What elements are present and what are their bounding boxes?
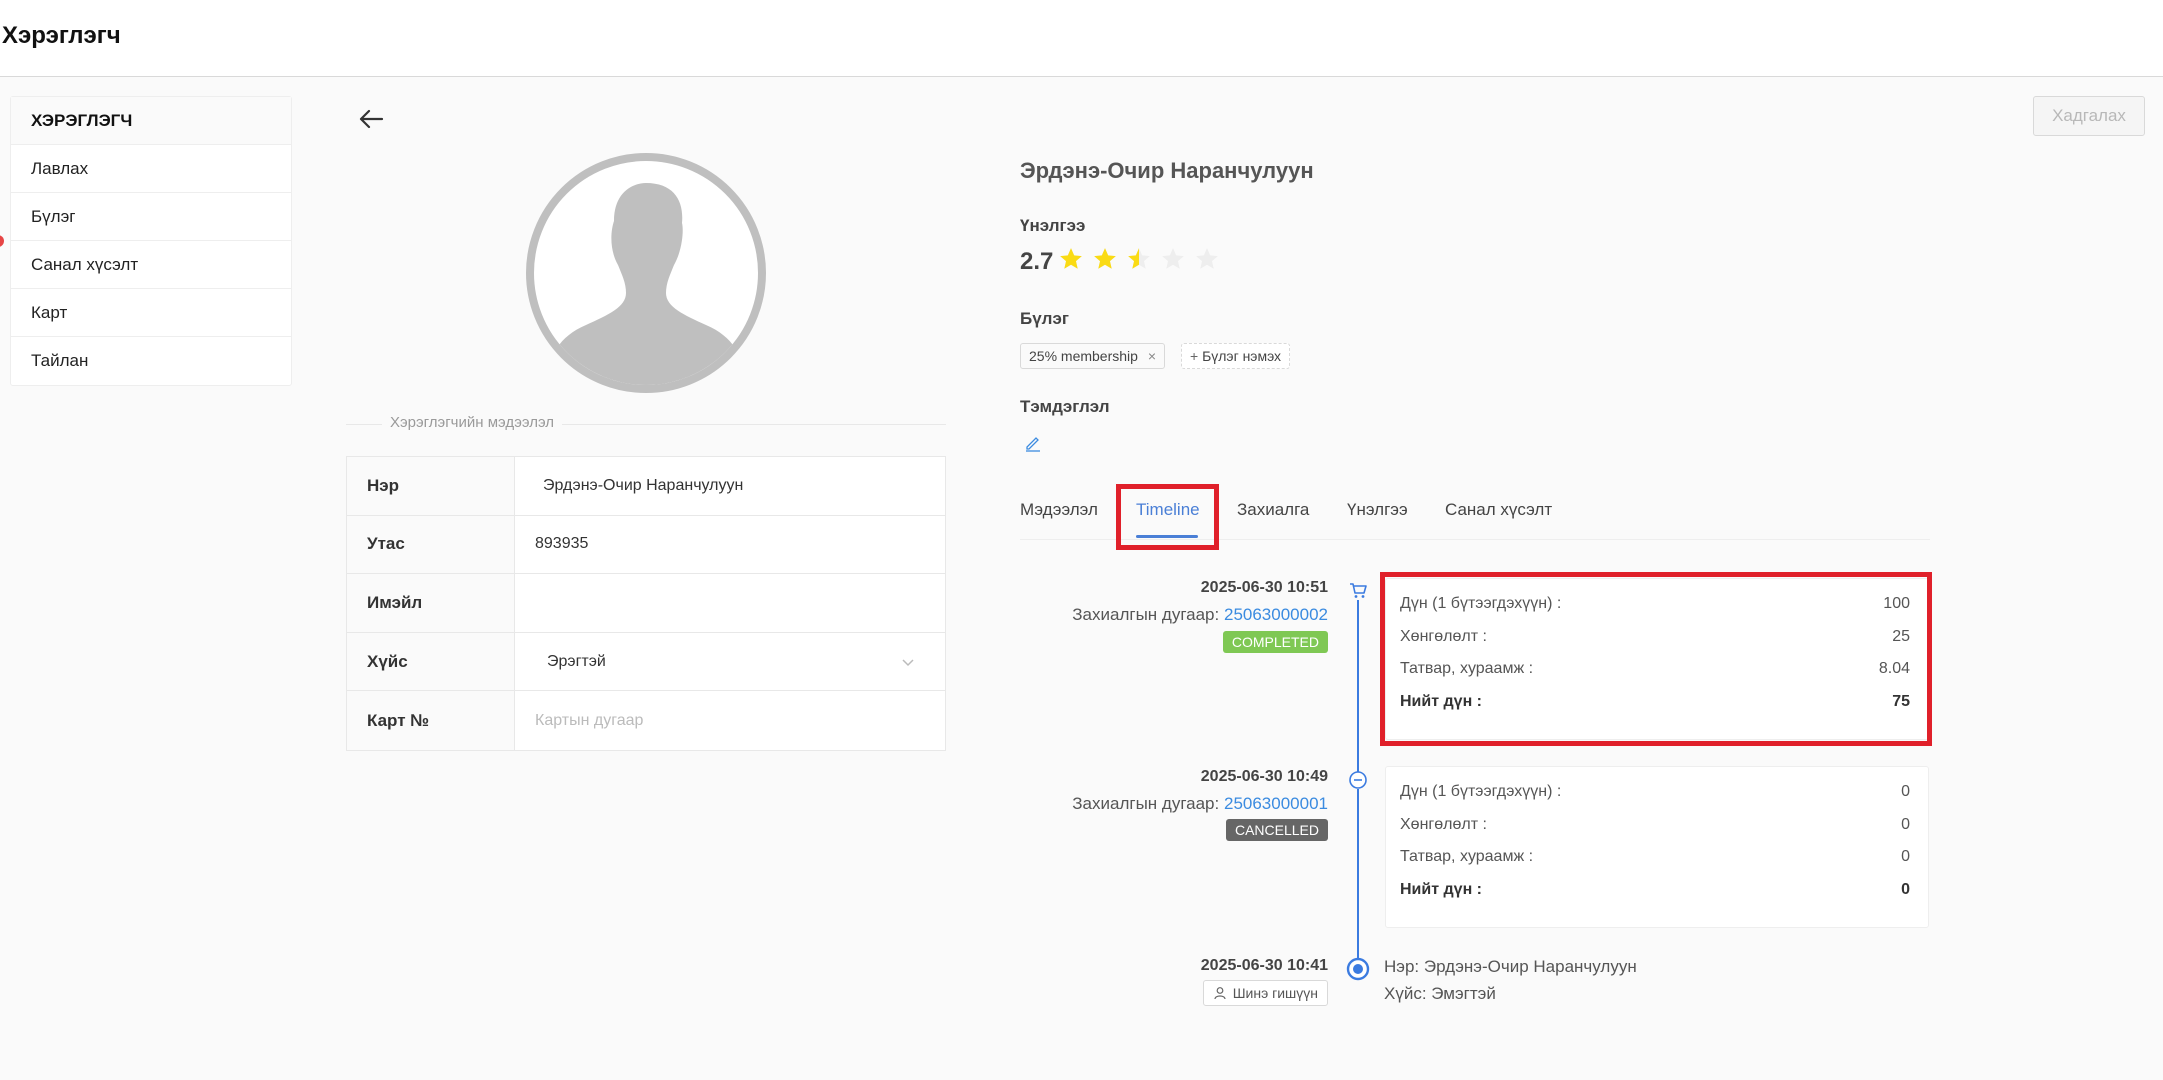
add-group-label: Бүлэг нэмэх — [1202, 348, 1282, 364]
info-row-gender: Хүйс Эрэгтэй — [347, 632, 945, 692]
user-icon — [1214, 987, 1226, 1000]
highlight-box-card — [1380, 572, 1932, 746]
page-title: Хэрэглэгч — [2, 22, 121, 49]
timeline-connector — [1357, 600, 1359, 772]
sidebar-item-feedback[interactable]: Санал хүсэлт — [11, 241, 291, 289]
email-field[interactable] — [515, 574, 945, 632]
event-order: Захиалгын дугаар: 25063000002 — [1072, 605, 1328, 624]
gender-select-value: Эрэгтэй — [547, 652, 606, 670]
avatar — [526, 153, 766, 393]
order-number-link[interactable]: 25063000001 — [1224, 794, 1328, 813]
rating-label: Үнэлгээ — [1020, 216, 1086, 235]
app-header: Хэрэглэгч — [0, 0, 2163, 77]
rating-stars — [1058, 246, 1220, 272]
add-group-button[interactable]: + Бүлэг нэмэх — [1181, 343, 1291, 369]
info-row-email: Имэйл — [347, 574, 945, 633]
card-number-input[interactable]: Картын дугаар — [515, 691, 945, 750]
star-icon[interactable] — [1160, 246, 1186, 272]
chevron-down-icon — [902, 659, 914, 666]
customer-name: Эрдэнэ-Очир Наранчулуун — [1020, 158, 1314, 183]
info-row-card: Карт № Картын дугаар — [347, 691, 945, 750]
group-tag-label: 25% membership — [1029, 348, 1138, 364]
star-icon[interactable] — [1058, 246, 1084, 272]
minus-circle-icon — [1349, 771, 1367, 789]
rating-value: 2.7 — [1020, 248, 1054, 275]
sidebar-item-groups[interactable]: Бүлэг — [11, 193, 291, 241]
tab-orders[interactable]: Захиалга — [1237, 500, 1309, 520]
sidebar-title: ХЭРЭГЛЭГЧ — [11, 97, 291, 145]
notification-dot — [0, 235, 4, 247]
tab-ratings[interactable]: Үнэлгээ — [1347, 500, 1408, 520]
close-icon[interactable]: × — [1148, 348, 1156, 364]
sidebar-item-reports[interactable]: Тайлан — [11, 337, 291, 385]
event-gender-line: Хүйс: Эмэгтэй — [1384, 984, 1496, 1003]
star-icon[interactable] — [1126, 246, 1152, 272]
tab-feedback[interactable]: Санал хүсэлт — [1445, 500, 1552, 520]
edit-icon[interactable] — [1024, 434, 1042, 452]
cart-icon — [1350, 583, 1367, 598]
sidebar-item-cards[interactable]: Карт — [11, 289, 291, 337]
highlight-box-tab — [1116, 484, 1219, 550]
group-label: Бүлэг — [1020, 309, 1069, 328]
dot-circle-icon — [1346, 957, 1370, 981]
sidebar: ХЭРЭГЛЭГЧ Лавлах Бүлэг Санал хүсэлт Карт… — [10, 96, 292, 386]
user-info-section-label: Хэрэглэгчийн мэдээлэл — [382, 414, 563, 431]
order-summary-card: Дүн (1 бүтээгдэхүүн) :0 Хөнгөлөлт :0 Тат… — [1385, 766, 1929, 928]
star-icon[interactable] — [1194, 246, 1220, 272]
tab-info[interactable]: Мэдээлэл — [1020, 500, 1098, 520]
phone-field[interactable]: 893935 — [515, 516, 945, 574]
save-button[interactable]: Хадгалах — [2033, 96, 2145, 136]
name-field[interactable]: Эрдэнэ-Очир Наранчулуун — [515, 457, 945, 515]
user-info-table: Нэр Эрдэнэ-Очир Наранчулуун Утас 893935 … — [346, 456, 946, 751]
timeline-connector — [1357, 789, 1359, 959]
sidebar-item-directory[interactable]: Лавлах — [11, 145, 291, 193]
event-date: 2025-06-30 10:41 — [1200, 957, 1328, 974]
status-badge: COMPLETED — [1222, 631, 1328, 653]
status-badge: CANCELLED — [1225, 819, 1328, 841]
event-date: 2025-06-30 10:49 — [1200, 768, 1328, 785]
info-row-phone: Утас 893935 — [347, 515, 945, 575]
group-tag: 25% membership × — [1020, 343, 1166, 369]
event-name-line: Нэр: Эрдэнэ-Очир Наранчулуун — [1384, 957, 1637, 976]
gender-select[interactable]: Эрэгтэй — [515, 633, 945, 691]
event-date: 2025-06-30 10:51 — [1200, 579, 1328, 596]
order-number-link[interactable]: 25063000002 — [1224, 605, 1328, 624]
event-order: Захиалгын дугаар: 25063000001 — [1072, 794, 1328, 813]
user-silhouette-icon — [546, 183, 746, 385]
info-row-name: Нэр Эрдэнэ-Очир Наранчулуун — [347, 457, 945, 516]
back-arrow-icon[interactable] — [356, 104, 386, 134]
new-member-badge: Шинэ гишүүн — [1202, 980, 1328, 1006]
plus-icon: + — [1190, 348, 1199, 364]
user-info-divider: Хэрэглэгчийн мэдээлэл — [346, 412, 946, 436]
star-icon[interactable] — [1092, 246, 1118, 272]
note-label: Тэмдэглэл — [1020, 397, 1110, 416]
